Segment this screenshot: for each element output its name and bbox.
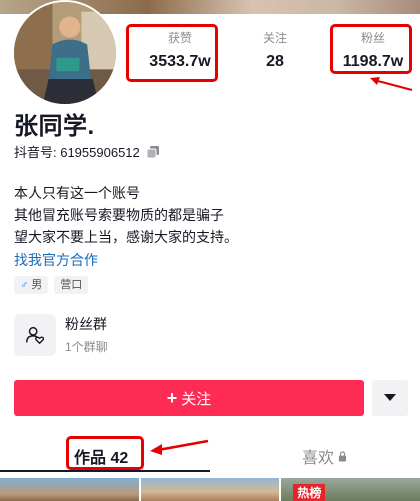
douyin-id: 抖音号: 61955906512 (14, 145, 140, 160)
annotation-box-fans (330, 24, 412, 74)
video-grid: 热榜 (0, 478, 420, 501)
official-cooperation-link[interactable]: 找我官方合作 (14, 250, 98, 270)
bio-line: 其他冒充账号索要物质的都是骗子 (14, 207, 224, 223)
following-count: 28 (266, 53, 284, 70)
gender-label: 男 (31, 279, 43, 291)
active-tab-indicator (0, 470, 210, 472)
fan-group-title: 粉丝群 (65, 316, 107, 332)
hot-list-badge: 热榜 (293, 484, 326, 501)
gender-tag: ♂ 男 (14, 276, 49, 294)
caret-down-icon (384, 394, 396, 401)
bio-line: 望大家不要上当，感谢大家的支持。 (14, 229, 238, 245)
avatar[interactable] (12, 0, 118, 106)
male-icon: ♂ (20, 279, 29, 291)
annotation-arrow-fans (370, 77, 413, 91)
video-thumbnail[interactable]: 热榜 (281, 478, 420, 501)
follow-label: 关注 (181, 390, 212, 408)
annotation-arrow-works-tab (150, 439, 209, 455)
copy-icon[interactable] (146, 145, 160, 159)
following-stat[interactable]: 关注 28 (234, 14, 316, 72)
plus-icon: + (166, 387, 178, 408)
video-thumbnail[interactable] (0, 478, 139, 501)
avatar-photo (14, 2, 116, 104)
location-tag: 营口 (54, 276, 89, 294)
annotation-box-likes (126, 24, 218, 82)
tab-likes[interactable]: 喜欢 (302, 444, 347, 468)
douyin-id-row: 抖音号: 61955906512 (14, 142, 160, 161)
follow-button[interactable]: + 关注 (14, 380, 364, 416)
fan-group-subtitle: 1个群聊 (65, 340, 108, 354)
profile-name: 张同学. (14, 113, 95, 140)
more-options-button[interactable] (372, 380, 408, 416)
profile-bio: 本人只有这一个账号 其他冒充账号索要物质的都是骗子 望大家不要上当，感谢大家的支… (14, 182, 238, 248)
profile-tags: ♂ 男 营口 (14, 276, 89, 294)
location-label: 营口 (60, 279, 83, 291)
fan-group-entry[interactable]: 粉丝群 1个群聊 (14, 314, 108, 356)
tab-likes-label: 喜欢 (302, 450, 335, 467)
fan-group-icon (14, 314, 56, 356)
video-thumbnail[interactable] (140, 478, 280, 501)
fan-group-text: 粉丝群 1个群聊 (65, 315, 108, 355)
bio-line: 本人只有这一个账号 (14, 185, 140, 201)
lock-icon (338, 450, 347, 461)
following-label: 关注 (262, 31, 287, 45)
tab-works[interactable]: 作品 42 (74, 444, 128, 468)
